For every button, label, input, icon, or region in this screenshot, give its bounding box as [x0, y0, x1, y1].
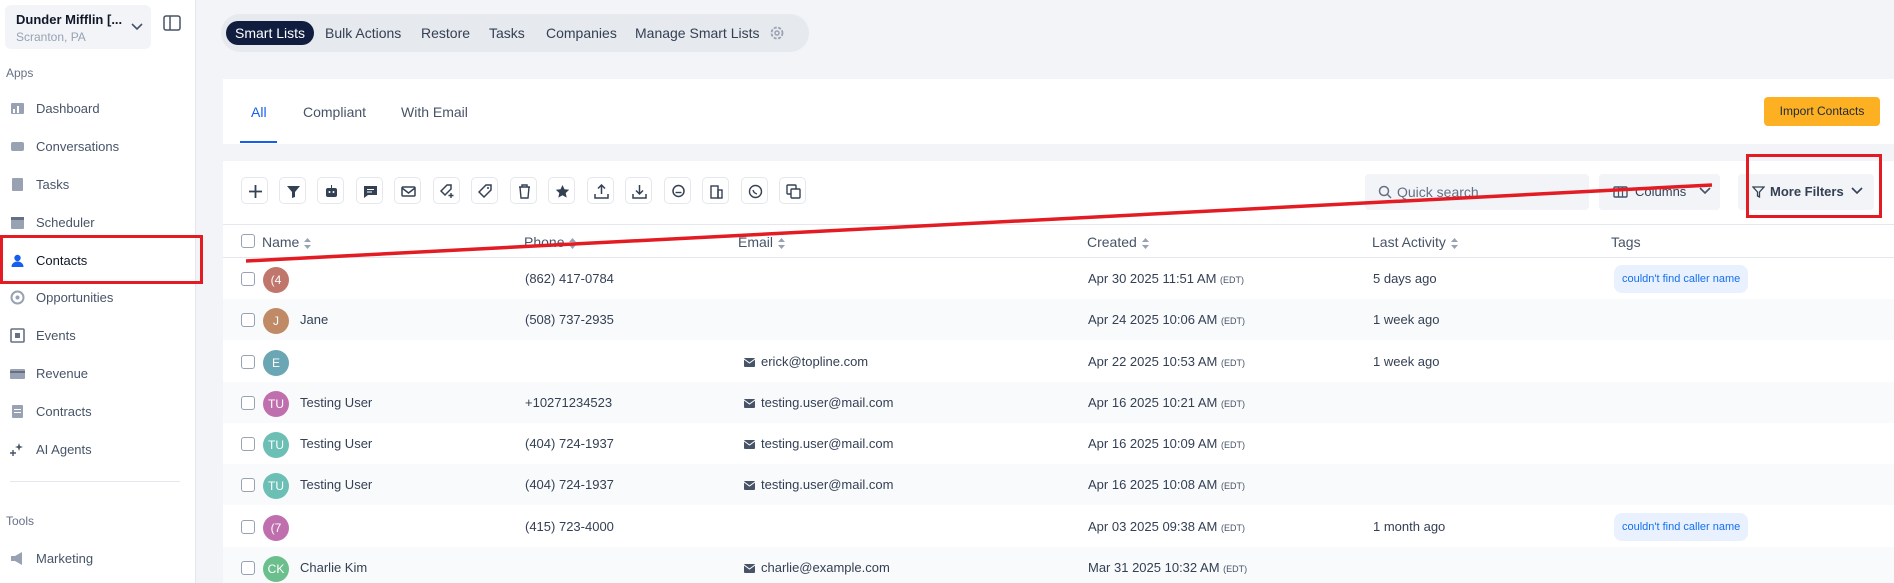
annotation-line	[245, 183, 1713, 263]
